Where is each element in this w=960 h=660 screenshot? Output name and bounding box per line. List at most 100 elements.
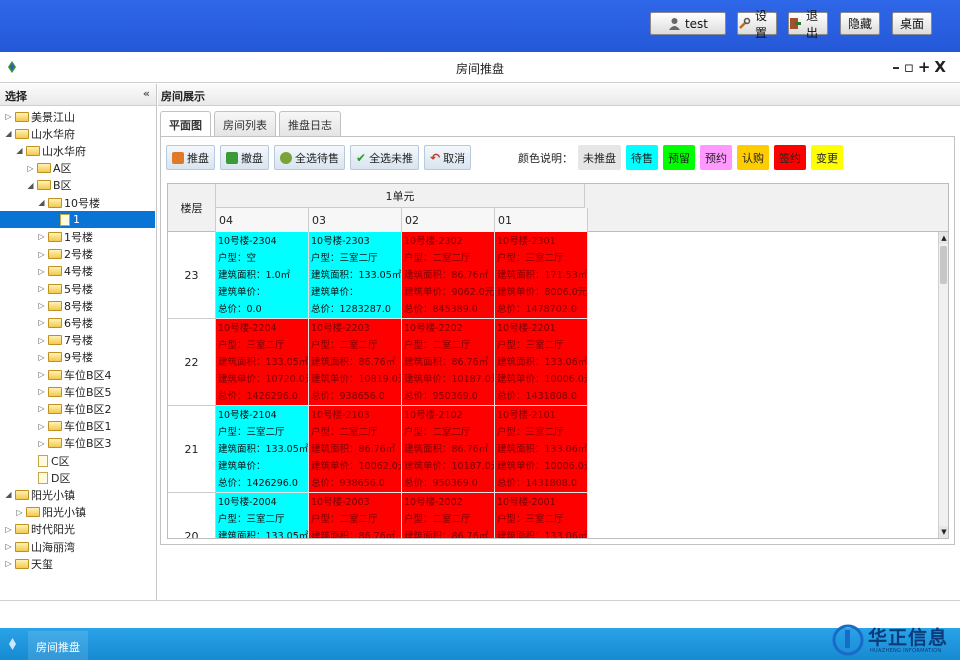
folder-icon bbox=[48, 249, 62, 260]
scrollbar-thumb[interactable] bbox=[940, 246, 947, 284]
room-cell[interactable]: 10号楼-2101 户型：三室二厅 建筑面积：133.06㎡ 建筑单价：10006.0… bbox=[495, 406, 588, 493]
tab-floor-plan[interactable]: 平面图 bbox=[160, 111, 211, 137]
exit-button[interactable]: 退出 bbox=[788, 9, 828, 40]
expand-arrow-icon[interactable]: ▷ bbox=[37, 353, 46, 362]
collapse-arrow-icon[interactable]: ◢ bbox=[26, 181, 35, 190]
tree-node[interactable]: ▷ 2号楼 bbox=[37, 246, 93, 263]
tree-node[interactable]: ▷ 车位B区1 bbox=[37, 418, 111, 435]
expand-arrow-icon[interactable]: ▷ bbox=[37, 370, 46, 379]
room-info-line: 建筑单价：10819.0元 bbox=[311, 374, 402, 385]
collapse-arrow-icon[interactable]: ◢ bbox=[37, 198, 46, 207]
room-cell[interactable]: 10号楼-2003 户型：二室二厅 建筑面积：86.76㎡ bbox=[309, 493, 402, 538]
folder-icon bbox=[48, 335, 62, 346]
tree-node[interactable]: ▷ 6号楼 bbox=[37, 314, 93, 331]
room-info-line: 总价：950369.0 bbox=[404, 478, 478, 489]
withdraw-button[interactable]: 撤盘 bbox=[220, 145, 269, 170]
tree-node[interactable]: ▷ 车位B区2 bbox=[37, 400, 111, 417]
column-header-01: 01 bbox=[495, 208, 588, 232]
room-cell[interactable]: 10号楼-2204 户型：三室二厅 建筑面积：133.05㎡ 建筑单价：10720.0… bbox=[216, 319, 309, 406]
expand-arrow-icon[interactable]: ▷ bbox=[37, 232, 46, 241]
tree-node[interactable]: ▷ A区 bbox=[26, 160, 72, 177]
expand-arrow-icon[interactable]: ▷ bbox=[26, 164, 35, 173]
expand-arrow-icon[interactable]: ▷ bbox=[37, 284, 46, 293]
room-cell[interactable]: 10号楼-2002 户型：二室二厅 建筑面积：86.76㎡ bbox=[402, 493, 495, 538]
room-info-line: 建筑单价：10187.0元 bbox=[404, 374, 495, 385]
expand-arrow-icon[interactable]: ▷ bbox=[37, 250, 46, 259]
tree-node[interactable]: ◢ 山水华府 bbox=[15, 142, 86, 159]
select-all-for-sale-button[interactable]: 全选待售 bbox=[274, 145, 345, 170]
tree-node[interactable]: ▷ 时代阳光 bbox=[4, 521, 75, 538]
expand-arrow-icon[interactable]: ▷ bbox=[4, 559, 13, 568]
tree-node[interactable]: ▷ 山海丽湾 bbox=[4, 538, 75, 555]
vertical-scrollbar[interactable]: ▲ ▼ bbox=[938, 232, 948, 538]
tree-node[interactable]: ◢ B区 bbox=[26, 177, 71, 194]
room-cell[interactable]: 10号楼-2103 户型：二室二厅 建筑面积：86.76㎡ 建筑单价：10062.0元… bbox=[309, 406, 402, 493]
tree-node[interactable]: ▷ 8号楼 bbox=[37, 297, 93, 314]
room-cell[interactable]: 10号楼-2304 户型：空 建筑面积：1.0㎡ 建筑单价： 总价：0.0 bbox=[216, 232, 309, 319]
tree-node[interactable]: ◢ 山水华府 bbox=[4, 125, 75, 142]
tree-node[interactable]: D区 bbox=[26, 469, 70, 486]
tree-node[interactable]: ▷ 美景江山 bbox=[4, 108, 75, 125]
floor-row: 23 10号楼-2304 户型：空 建筑面积：1.0㎡ 建筑单价： 总价：0.0 10号楼-… bbox=[168, 232, 588, 319]
tree-node[interactable]: ▷ 阳光小镇 bbox=[15, 504, 86, 521]
user-button[interactable]: test bbox=[650, 12, 726, 35]
scroll-up-arrow-icon[interactable]: ▲ bbox=[939, 232, 948, 244]
expand-arrow-icon[interactable]: ▷ bbox=[4, 112, 13, 121]
tree-node[interactable]: ▷ 车位B区3 bbox=[37, 435, 111, 452]
expand-arrow-icon[interactable]: ▷ bbox=[37, 387, 46, 396]
tree-node[interactable]: 1 bbox=[0, 211, 155, 229]
desktop-button[interactable]: 桌面 bbox=[892, 12, 932, 35]
tree-node[interactable]: ▷ 9号楼 bbox=[37, 349, 93, 366]
expand-arrow-icon[interactable]: ▷ bbox=[37, 404, 46, 413]
room-cell[interactable]: 10号楼-2102 户型：二室二厅 建筑面积：86.76㎡ 建筑单价：10187.0元… bbox=[402, 406, 495, 493]
room-cell[interactable]: 10号楼-2301 户型：三室二厅 建筑面积：171.53㎡ 建筑单价：8006.0元… bbox=[495, 232, 588, 319]
collapse-arrow-icon[interactable]: ◢ bbox=[4, 490, 13, 499]
settings-button[interactable]: 设置 bbox=[737, 9, 777, 40]
room-cell[interactable]: 10号楼-2203 户型：二室二厅 建筑面积：86.76㎡ 建筑单价：10819.0元… bbox=[309, 319, 402, 406]
room-cell[interactable]: 10号楼-2202 户型：二室二厅 建筑面积：86.76㎡ 建筑单价：10187.0元… bbox=[402, 319, 495, 406]
window-titlebar: 房间推盘 –▫+X bbox=[0, 52, 960, 83]
tree-node[interactable]: ▷ 天玺 bbox=[4, 555, 53, 572]
undo-icon: ↶ bbox=[430, 150, 441, 165]
room-info-line: 户型：三室二厅 bbox=[497, 427, 564, 438]
tree-node[interactable]: ▷ 1号楼 bbox=[37, 228, 93, 245]
expand-arrow-icon[interactable]: ▷ bbox=[37, 422, 46, 431]
hide-button[interactable]: 隐藏 bbox=[840, 12, 880, 35]
tab-push-log[interactable]: 推盘日志 bbox=[279, 111, 341, 136]
select-all-unpushed-button[interactable]: ✔ 全选未推 bbox=[350, 145, 420, 170]
tree-node[interactable]: ▷ 车位B区5 bbox=[37, 383, 111, 400]
tree-node[interactable]: ◢ 10号楼 bbox=[37, 194, 100, 211]
window-controls[interactable]: –▫+X bbox=[892, 58, 950, 76]
expand-arrow-icon[interactable]: ▷ bbox=[37, 336, 46, 345]
push-button[interactable]: 推盘 bbox=[166, 145, 215, 170]
tree-node[interactable]: ▷ 4号楼 bbox=[37, 263, 93, 280]
expand-arrow-icon[interactable]: ▷ bbox=[15, 508, 24, 517]
tree-node[interactable]: ◢ 阳光小镇 bbox=[4, 486, 75, 503]
collapse-sidebar-button[interactable]: « bbox=[143, 87, 150, 100]
legend-item: 变更 bbox=[811, 145, 843, 170]
expand-arrow-icon[interactable]: ▷ bbox=[37, 301, 46, 310]
taskbar-item[interactable]: 房间推盘 bbox=[28, 631, 88, 660]
tree-node-label: A区 bbox=[53, 162, 72, 176]
tree-node[interactable]: ▷ 7号楼 bbox=[37, 332, 93, 349]
tree-node[interactable]: ▷ 车位B区4 bbox=[37, 366, 111, 383]
collapse-arrow-icon[interactable]: ◢ bbox=[4, 129, 13, 138]
expand-arrow-icon[interactable]: ▷ bbox=[37, 318, 46, 327]
scroll-down-arrow-icon[interactable]: ▼ bbox=[939, 526, 948, 538]
expand-arrow-icon[interactable]: ▷ bbox=[4, 542, 13, 551]
room-cell[interactable]: 10号楼-2303 户型：三室二厅 建筑面积：133.05㎡ 建筑单价： 总价：1283… bbox=[309, 232, 402, 319]
tree-node[interactable]: C区 bbox=[26, 452, 70, 469]
room-cell[interactable]: 10号楼-2302 户型：二室二厅 建筑面积：86.76㎡ 建筑单价：9062.0元总… bbox=[402, 232, 495, 319]
expand-arrow-icon[interactable]: ▷ bbox=[37, 267, 46, 276]
collapse-arrow-icon[interactable]: ◢ bbox=[15, 146, 24, 155]
tree-node[interactable]: ▷ 5号楼 bbox=[37, 280, 93, 297]
room-cell[interactable]: 10号楼-2104 户型：三室二厅 建筑面积：133.05㎡ 建筑单价： 总价：1426… bbox=[216, 406, 309, 493]
folder-icon bbox=[15, 541, 29, 552]
room-cell[interactable]: 10号楼-2001 户型：三室二厅 建筑面积：133.06㎡ bbox=[495, 493, 588, 538]
expand-arrow-icon[interactable]: ▷ bbox=[37, 439, 46, 448]
expand-arrow-icon[interactable]: ▷ bbox=[4, 525, 13, 534]
tab-room-list[interactable]: 房间列表 bbox=[214, 111, 276, 136]
room-cell[interactable]: 10号楼-2201 户型：三室二厅 建筑面积：133.06㎡ 建筑单价：10006.0… bbox=[495, 319, 588, 406]
cancel-button[interactable]: ↶ 取消 bbox=[424, 145, 472, 170]
room-cell[interactable]: 10号楼-2004 户型：三室二厅 建筑面积：133.05㎡ bbox=[216, 493, 309, 538]
